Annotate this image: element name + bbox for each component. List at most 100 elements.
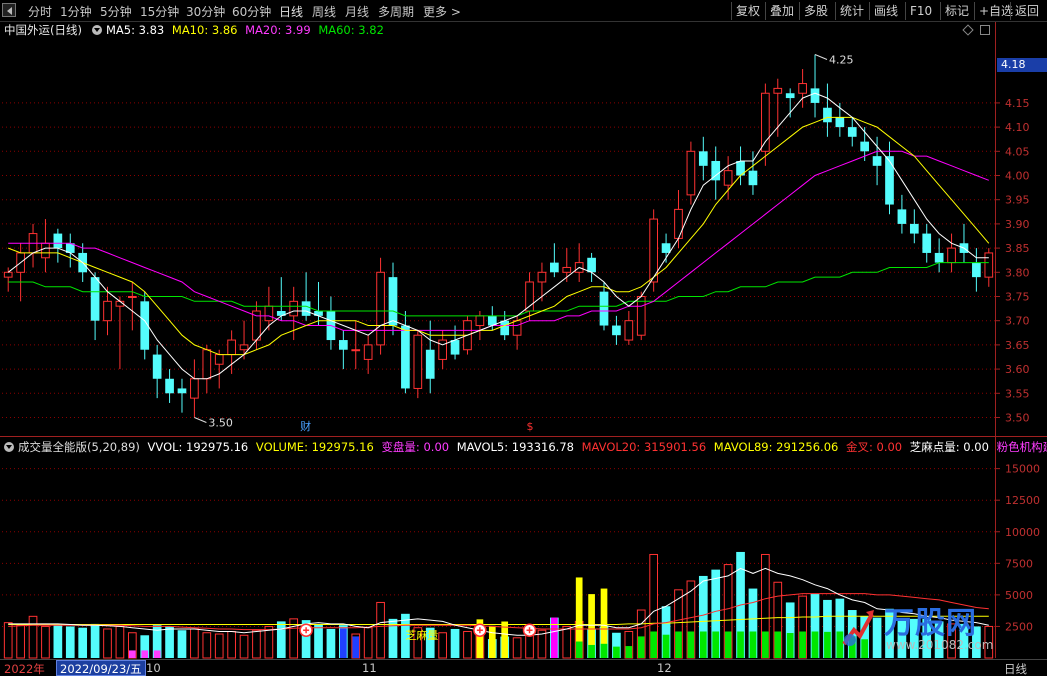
candle-body xyxy=(599,291,609,326)
volume-bar xyxy=(897,620,907,658)
green-volume-bar xyxy=(662,634,670,658)
green-volume-bar xyxy=(625,646,633,658)
volume-bar xyxy=(28,615,38,659)
volume-bar xyxy=(276,621,286,658)
month-label-11: 11 xyxy=(362,661,377,675)
candle-body xyxy=(612,325,621,336)
volume-bar xyxy=(103,628,112,659)
jincha-label: 金叉: 0.00 xyxy=(845,440,903,454)
volume-bar xyxy=(959,623,969,658)
candle-body xyxy=(450,340,460,355)
candle-body xyxy=(761,92,770,152)
low-marker-label: 3.50 xyxy=(208,416,233,429)
candle-body xyxy=(897,209,907,224)
volume-tick-label: 15000 xyxy=(1005,463,1040,476)
candle-body xyxy=(127,295,137,298)
price-tick-label: 3.65 xyxy=(1005,339,1030,352)
price-tick-label: 4.10 xyxy=(1005,121,1030,134)
green-volume-bar xyxy=(588,644,595,658)
volume-bar xyxy=(363,627,373,659)
volume-bar xyxy=(972,626,981,658)
volume-bar xyxy=(165,626,174,658)
price-tick-label: 3.50 xyxy=(1005,411,1030,424)
volume-bar xyxy=(376,601,385,659)
green-volume-bar xyxy=(737,631,744,658)
candle-body xyxy=(934,252,944,263)
pink-volume-bar xyxy=(128,650,136,658)
candle-body xyxy=(698,151,708,166)
mavol89-label: MAVOL89: 291256.06 xyxy=(713,440,839,454)
ma5-line xyxy=(7,92,989,380)
candle-body xyxy=(239,344,249,351)
green-volume-bar xyxy=(836,631,844,658)
candle-body xyxy=(512,320,522,336)
volume-bar xyxy=(190,628,199,659)
candle-body xyxy=(922,233,932,253)
indicator-dropdown-icon[interactable] xyxy=(4,441,14,452)
price-tick-label: 4.05 xyxy=(1005,145,1030,158)
vvol-label: VVOL: 192975.16 xyxy=(147,440,249,454)
current-price-tag: 4.18 xyxy=(997,58,1047,72)
volume-bar xyxy=(227,630,236,659)
kline-chart[interactable]: 3.50 3.55 3.60 3.65 3.70 3.75 3.80 3.85 3.90 3.95… xyxy=(0,0,1047,676)
volume-tick-label: 10000 xyxy=(1005,526,1040,539)
candle-body xyxy=(53,233,63,249)
candle-body xyxy=(41,242,50,259)
candle-body xyxy=(674,208,683,239)
candle-body xyxy=(686,150,696,196)
volume-label: VOLUME: 192975.16 xyxy=(255,440,374,454)
candle-body xyxy=(773,87,783,94)
price-tick-label: 4.15 xyxy=(1005,97,1030,110)
volume-bar xyxy=(41,625,50,659)
candle-body xyxy=(152,354,162,379)
green-volume-bar xyxy=(600,643,608,658)
volume-bar xyxy=(239,634,249,659)
candle-body xyxy=(376,271,385,346)
volume-bar xyxy=(214,633,224,659)
volume-bar xyxy=(562,625,572,659)
candle-body xyxy=(785,93,795,99)
zhima-label: 芝麻点量: 0.00 xyxy=(909,440,989,454)
candle-body xyxy=(872,156,882,166)
price-tick-label: 3.60 xyxy=(1005,363,1030,376)
volume-bar xyxy=(438,632,447,659)
green-volume-bar xyxy=(786,633,794,658)
high-marker-label: 4.25 xyxy=(829,54,854,67)
price-tick-label: 3.85 xyxy=(1005,242,1030,255)
yellow-volume-bar xyxy=(488,625,496,658)
candle-body xyxy=(847,127,857,137)
date-axis: 2022年 2022/09/23/五 10 11 12 日线 xyxy=(0,659,1047,676)
candle-body xyxy=(202,349,212,380)
candle-body xyxy=(885,156,894,205)
volume-bar xyxy=(16,624,25,659)
candle-body xyxy=(810,88,820,103)
candle-body xyxy=(425,349,435,379)
candle-body xyxy=(823,107,832,123)
volume-bar xyxy=(984,625,994,659)
green-volume-bar xyxy=(650,631,658,658)
candle-body xyxy=(500,320,510,336)
candle-body xyxy=(388,277,398,326)
price-tick-label: 4.00 xyxy=(1005,170,1030,183)
pink-volume-bar xyxy=(153,650,161,658)
green-volume-bar xyxy=(774,631,782,658)
indicator-name[interactable]: 成交量全能版(5,20,89) xyxy=(18,440,140,454)
volume-bar xyxy=(3,622,13,659)
candle-body xyxy=(972,262,981,278)
pink-volume-bar xyxy=(141,650,149,658)
magenta-volume-bar xyxy=(551,617,558,658)
candle-body xyxy=(165,378,174,394)
bianpan-label: 变盘量: 0.00 xyxy=(381,440,450,454)
candle-body xyxy=(748,170,758,186)
candle-body xyxy=(909,223,919,234)
volume-bar xyxy=(115,625,125,659)
candle-body xyxy=(438,339,447,360)
price-tick-label: 3.95 xyxy=(1005,194,1030,207)
candle-body xyxy=(636,295,646,336)
low-marker-arrow xyxy=(194,417,207,423)
candle-body xyxy=(947,247,956,264)
candle-body xyxy=(798,83,807,94)
year-label: 2022年 xyxy=(4,662,45,676)
volume-tick-label: 2500 xyxy=(1005,620,1033,633)
event-marker-cai: 财 xyxy=(300,419,311,433)
